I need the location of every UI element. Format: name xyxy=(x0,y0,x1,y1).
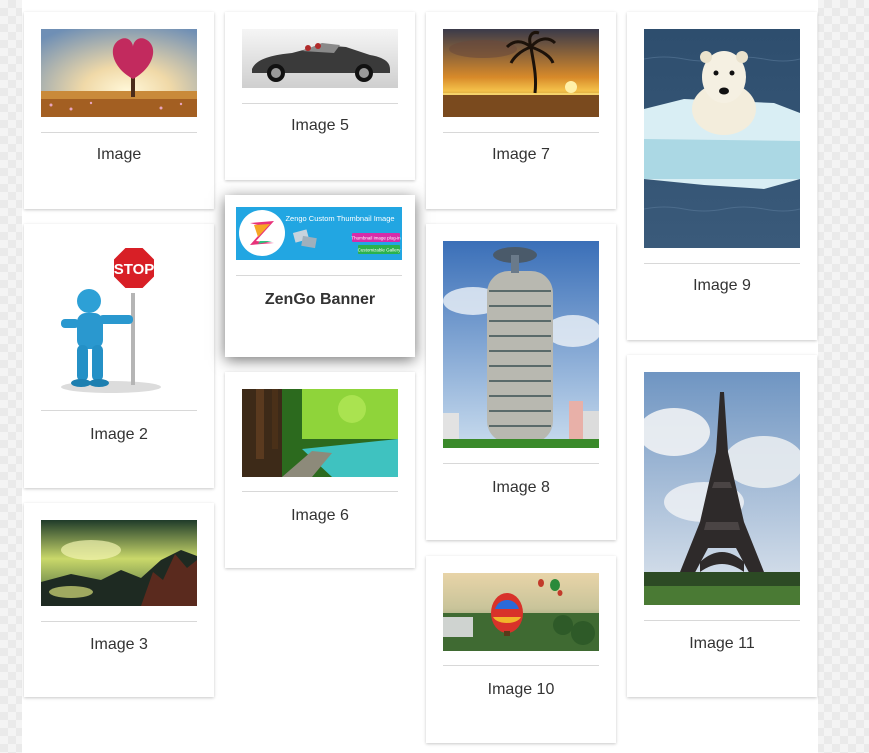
gallery-card-image-6[interactable]: Image 6 xyxy=(225,372,415,568)
forest-lake-image[interactable] xyxy=(242,389,398,477)
polar-bear-image[interactable] xyxy=(644,29,800,248)
gallery-card-image-8[interactable]: Image 8 xyxy=(426,224,616,540)
image-caption: ZenGo Banner xyxy=(264,291,376,308)
card-divider xyxy=(41,132,197,133)
image-caption: Image 11 xyxy=(689,635,755,652)
image-caption: Image 5 xyxy=(291,117,349,134)
card-divider xyxy=(236,275,402,276)
image-caption: Image 3 xyxy=(90,636,148,653)
image-caption: Image 6 xyxy=(291,507,349,524)
card-divider xyxy=(242,103,398,104)
zengo-banner-image[interactable]: Zengo Custom Thumbnail Image Thumbnail i… xyxy=(236,207,402,260)
gallery-card-image-5[interactable]: Image 5 xyxy=(225,12,415,180)
card-divider xyxy=(644,620,800,621)
card-divider xyxy=(443,132,599,133)
card-divider xyxy=(443,665,599,666)
image-caption: Image 2 xyxy=(90,426,148,443)
image-caption: Image 8 xyxy=(492,479,550,496)
gallery-card-image-7[interactable]: Image 7 xyxy=(426,12,616,209)
gallery-card-image[interactable]: Image xyxy=(24,12,214,209)
image-gallery: Image STOP Image 2 Image 3 Image 5 Zengo… xyxy=(22,0,818,753)
heart-tree-image[interactable] xyxy=(41,29,197,117)
image-caption: Image 7 xyxy=(492,146,550,163)
hot-air-balloon-image[interactable] xyxy=(443,573,599,651)
sports-car-image[interactable] xyxy=(242,29,398,88)
card-divider xyxy=(41,621,197,622)
zengo-banner-title: Zengo Custom Thumbnail Image xyxy=(285,214,394,223)
gallery-card-image-10[interactable]: Image 10 xyxy=(426,556,616,743)
card-divider xyxy=(644,263,800,264)
card-divider xyxy=(443,463,599,464)
gallery-card-image-11[interactable]: Image 11 xyxy=(627,355,817,697)
stop-sign-figure-image[interactable]: STOP xyxy=(41,241,197,395)
gallery-card-image-3[interactable]: Image 3 xyxy=(24,503,214,697)
image-caption: Image xyxy=(96,146,142,163)
palm-sunset-image[interactable] xyxy=(443,29,599,117)
gallery-card-image-2[interactable]: STOP Image 2 xyxy=(24,224,214,488)
image-caption: Image 9 xyxy=(693,277,751,294)
image-caption: Image 10 xyxy=(487,681,555,698)
svg-text:STOP: STOP xyxy=(114,261,155,278)
card-divider xyxy=(242,491,398,492)
zengo-banner-badge: Customizable Gallery xyxy=(358,248,402,253)
eiffel-tower-image[interactable] xyxy=(644,372,800,605)
zengo-banner-badge: Thumbnail image plug-in xyxy=(351,236,401,241)
gallery-card-image-9[interactable]: Image 9 xyxy=(627,12,817,340)
card-divider xyxy=(41,410,197,411)
mountain-landscape-image[interactable] xyxy=(41,520,197,606)
gallery-card-zengo-banner[interactable]: Zengo Custom Thumbnail Image Thumbnail i… xyxy=(225,195,415,357)
tower-building-image[interactable] xyxy=(443,241,599,448)
